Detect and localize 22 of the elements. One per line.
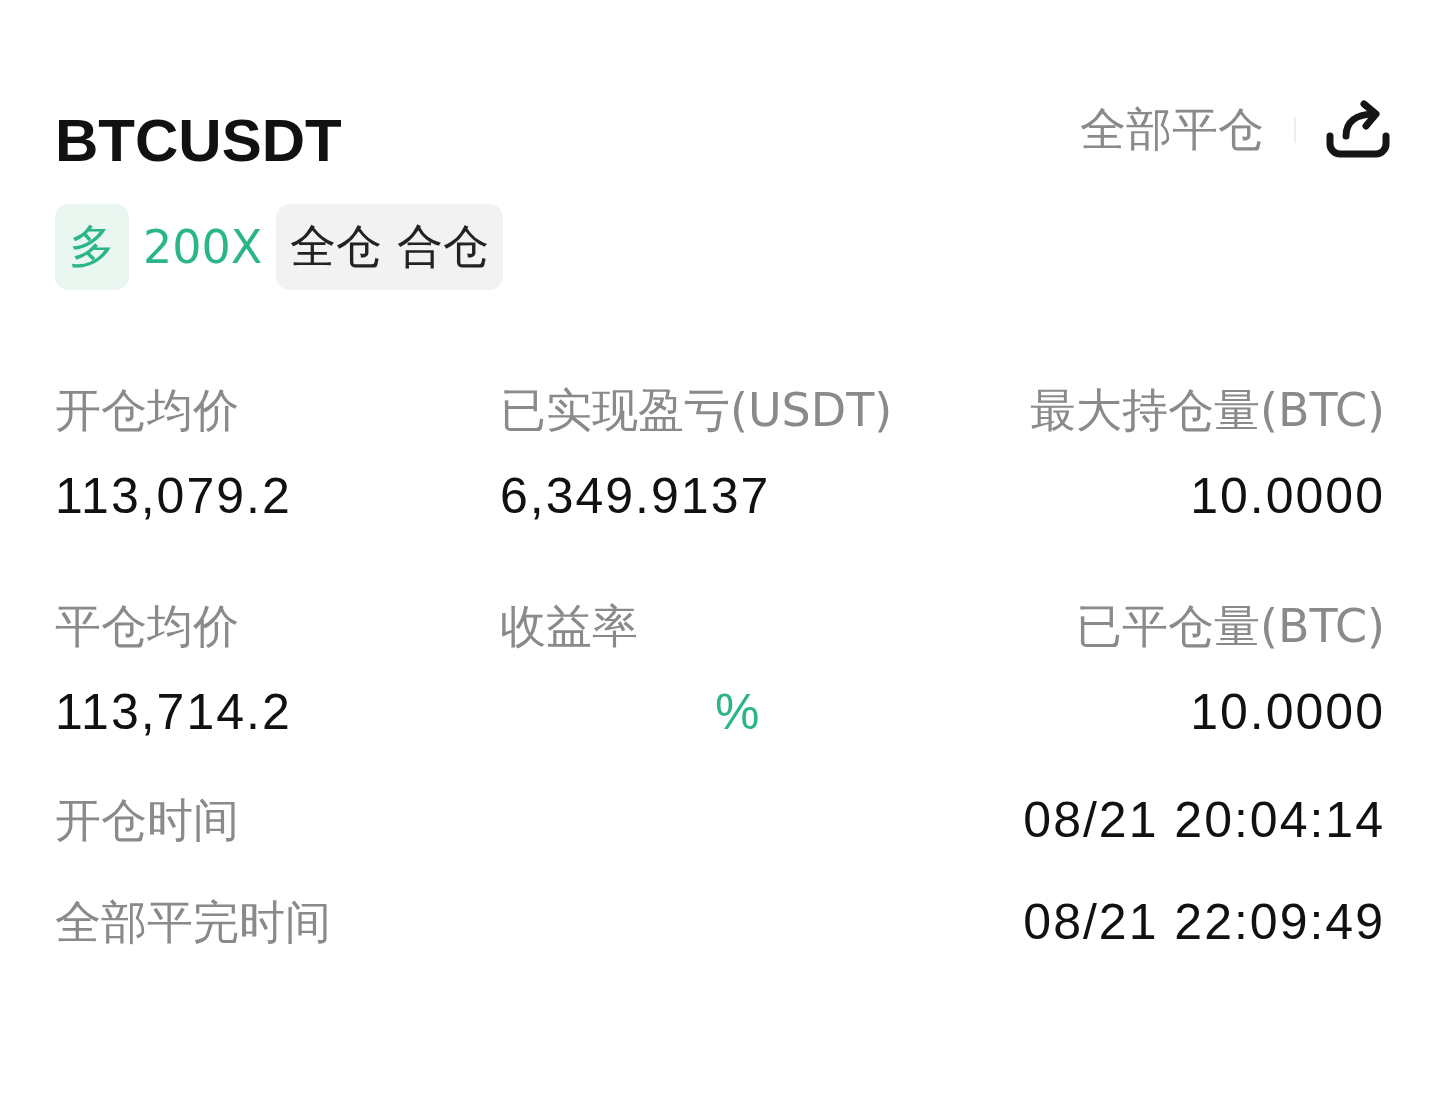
time-label: 全部平完时间	[55, 899, 331, 945]
time-label: 开仓时间	[55, 797, 239, 843]
stat-value: 113,079.2	[55, 471, 293, 521]
side-tag: 多	[55, 204, 129, 290]
time-value: 08/21 20:04:14	[1023, 795, 1385, 845]
stat-label: 已平仓量(BTC)	[1076, 603, 1385, 649]
margin-mode-tag: 全仓 合仓	[276, 204, 503, 290]
share-icon[interactable]	[1326, 100, 1390, 160]
stat-label: 最大持仓量(BTC)	[1030, 387, 1385, 433]
stat-label: 平仓均价	[55, 603, 240, 649]
stat-value: 10.0000	[1190, 471, 1385, 521]
time-value: 08/21 22:09:49	[1023, 897, 1385, 947]
stat-label: 已实现盈亏(USDT)	[500, 387, 894, 433]
stat-label: 收益率	[500, 603, 639, 649]
stat-label: 开仓均价	[55, 387, 240, 433]
stat-value: 6,349.9137	[500, 471, 772, 521]
return-rate-value: %	[714, 687, 763, 737]
close-all-button[interactable]: 全部平仓	[1080, 99, 1264, 161]
symbol-title: BTCUSDT	[55, 105, 342, 175]
stat-value: 113,714.2	[55, 687, 293, 737]
leverage-label: 200X	[142, 219, 264, 276]
stat-value: 10.0000	[1190, 687, 1385, 737]
